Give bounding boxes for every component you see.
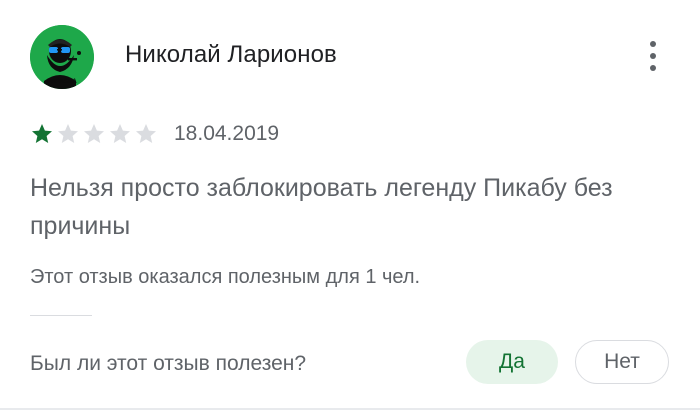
helpful-count: Этот отзыв оказался полезным для 1 чел. (30, 266, 421, 288)
yes-button[interactable]: Да (466, 340, 558, 384)
star-empty-icon (110, 124, 130, 143)
helpful-question: Был ли этот отзыв полезен? (30, 352, 307, 375)
review-date: 18.04.2019 (174, 122, 280, 145)
avatar[interactable]: PAPASHA (30, 25, 94, 89)
avatar-label: PAPASHA (47, 78, 77, 85)
no-button[interactable]: Нет (575, 340, 669, 384)
divider (30, 315, 92, 316)
rating-row: 18.04.2019 (30, 120, 279, 148)
more-vert-icon[interactable] (638, 38, 668, 74)
review-card: PAPASHA Николай Ларионов 18.04.2019 Нель… (0, 0, 700, 420)
review-text: Нельзя просто заблокировать легенду Пика… (30, 174, 613, 240)
star-empty-icon (136, 124, 156, 143)
star-rating (30, 122, 158, 146)
author-name: Николай Ларионов (125, 41, 337, 68)
star-empty-icon (58, 124, 78, 143)
papasha-avatar-icon: PAPASHA (30, 25, 94, 89)
star-empty-icon (84, 124, 104, 143)
star-filled-icon (32, 124, 52, 143)
bottom-divider (0, 408, 700, 410)
